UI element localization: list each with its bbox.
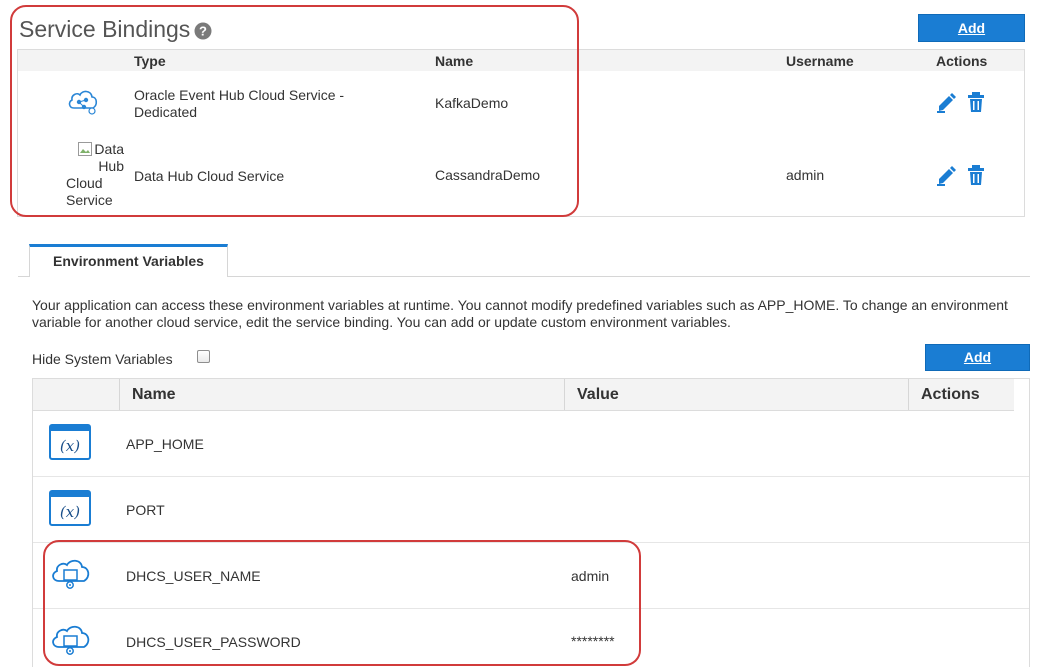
hide-system-variables-checkbox[interactable] <box>197 350 210 363</box>
variable-name: DHCS_USER_PASSWORD <box>126 634 301 650</box>
delete-icon[interactable] <box>966 91 986 113</box>
svg-text:(x): (x) <box>60 437 80 455</box>
column-header-type: Type <box>134 53 166 69</box>
column-header-name: Name <box>132 386 176 403</box>
column-divider <box>564 379 565 410</box>
add-environment-variable-button[interactable]: Add <box>925 344 1030 371</box>
environment-variables-table <box>32 378 1030 667</box>
binding-name: CassandraDemo <box>435 167 541 183</box>
event-hub-cloud-icon <box>68 90 98 115</box>
column-header-actions: Actions <box>921 386 980 403</box>
row-divider <box>33 608 1029 609</box>
cloud-service-icon <box>52 559 90 589</box>
column-header-value: Value <box>577 386 619 403</box>
row-divider <box>33 476 1029 477</box>
variable-name: APP_HOME <box>126 436 204 452</box>
row-divider <box>33 542 1029 543</box>
edit-icon[interactable] <box>936 92 956 114</box>
environment-variables-header <box>33 379 1014 411</box>
binding-name: KafkaDemo <box>435 95 509 111</box>
broken-image-icon: Data Hub <box>66 141 124 175</box>
binding-username: admin <box>786 167 825 183</box>
environment-description: Your application can access these enviro… <box>32 297 1008 330</box>
column-header-username: Username <box>786 53 854 69</box>
edit-icon[interactable] <box>936 165 956 187</box>
delete-icon[interactable] <box>966 164 986 186</box>
variable-value: ******** <box>571 633 615 649</box>
cloud-service-icon <box>52 625 90 655</box>
add-service-binding-button[interactable]: Add <box>918 14 1025 42</box>
column-header-actions: Actions <box>936 53 988 69</box>
svg-text:(x): (x) <box>60 503 80 521</box>
service-bindings-header <box>18 50 1024 71</box>
help-icon[interactable]: ? <box>194 22 212 40</box>
column-header-name: Name <box>435 53 474 69</box>
binding-type: Oracle Event Hub Cloud Service - Dedicat… <box>134 87 345 120</box>
tab-environment-variables[interactable]: Environment Variables <box>29 244 228 277</box>
variable-icon: (x) <box>49 424 91 460</box>
variable-value: admin <box>571 568 610 584</box>
page-title: Service Bindings <box>19 16 191 42</box>
variable-name: DHCS_USER_NAME <box>126 568 261 584</box>
variable-name: PORT <box>126 502 165 518</box>
column-divider <box>119 379 120 410</box>
column-divider <box>908 379 909 410</box>
hide-system-variables-label: Hide System Variables <box>32 351 173 367</box>
service-bindings-table <box>17 49 1025 217</box>
variable-icon: (x) <box>49 490 91 526</box>
broken-image-alt-text: Cloud Service <box>66 175 113 208</box>
binding-type: Data Hub Cloud Service <box>134 168 285 184</box>
svg-text:?: ? <box>199 24 207 39</box>
